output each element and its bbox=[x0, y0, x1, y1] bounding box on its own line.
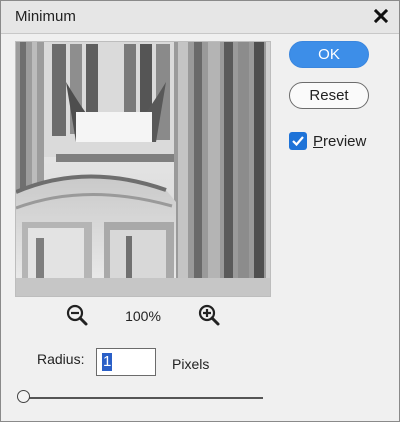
preview-picture bbox=[16, 42, 270, 296]
zoom-level: 100% bbox=[125, 308, 161, 324]
preview-label-rest: review bbox=[323, 133, 367, 150]
zoom-out-button[interactable] bbox=[65, 303, 89, 327]
radius-label: Radius: bbox=[37, 351, 85, 367]
checkmark-icon bbox=[292, 136, 304, 147]
zoom-in-button[interactable] bbox=[197, 303, 221, 327]
preview-image[interactable] bbox=[15, 41, 271, 297]
close-icon bbox=[374, 9, 388, 23]
close-button[interactable] bbox=[369, 4, 393, 28]
radius-slider-thumb[interactable] bbox=[16, 390, 30, 403]
dialog-title: Minimum bbox=[15, 8, 76, 25]
radius-value: 1 bbox=[102, 353, 113, 371]
title-bar: Minimum bbox=[1, 1, 399, 34]
minimum-filter-dialog: Minimum 100% OK Reset Preview Radius: 1 … bbox=[0, 0, 400, 422]
reset-button[interactable]: Reset bbox=[289, 82, 369, 109]
preview-checkbox[interactable] bbox=[289, 132, 307, 150]
radius-units-label: Pixels bbox=[172, 356, 210, 372]
zoom-controls: 100% bbox=[15, 303, 269, 329]
preview-mnemonic: P bbox=[313, 133, 324, 150]
ok-button[interactable]: OK bbox=[289, 41, 369, 68]
preview-checkbox-label[interactable]: Preview bbox=[313, 133, 366, 150]
zoom-in-icon bbox=[198, 304, 220, 326]
radius-slider-track[interactable] bbox=[23, 397, 263, 399]
radius-input[interactable]: 1 bbox=[96, 348, 156, 376]
zoom-out-icon bbox=[66, 304, 88, 326]
